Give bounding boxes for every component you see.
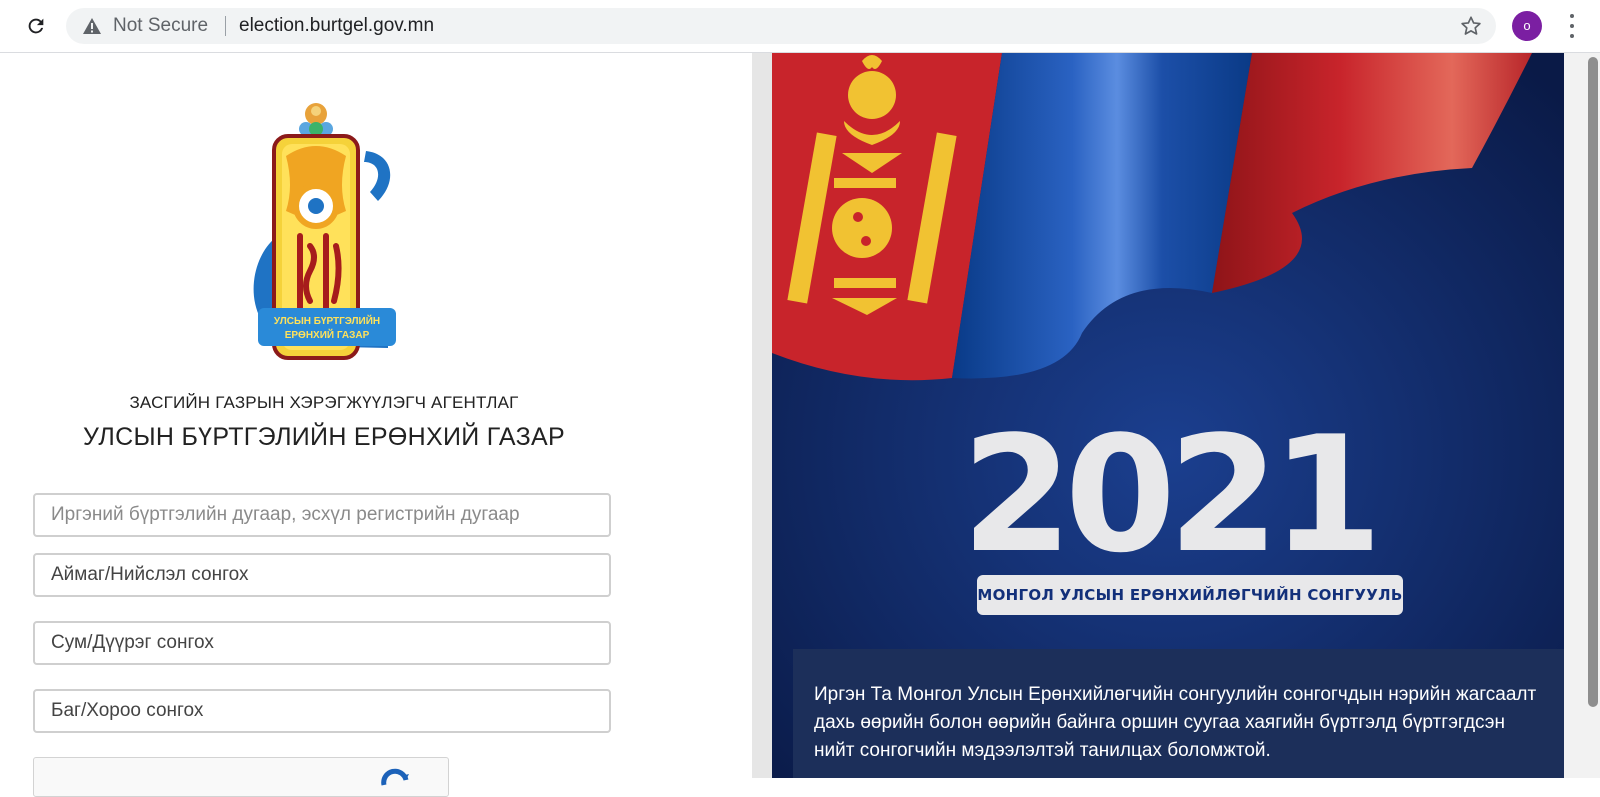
bag-select[interactable]: Баг/Хороо сонгох xyxy=(33,689,611,733)
election-title: МОНГОЛ УЛСЫН ЕРӨНХИЙЛӨГЧИЙН СОНГУУЛЬ xyxy=(977,575,1403,615)
address-bar[interactable]: Not Secure election.burtgel.gov.mn xyxy=(66,8,1496,44)
profile-avatar[interactable]: o xyxy=(1512,11,1542,41)
id-number-input[interactable] xyxy=(33,493,611,537)
aimag-select[interactable]: Аймаг/Нийслэл сонгох xyxy=(33,553,611,597)
url-text[interactable]: election.burtgel.gov.mn xyxy=(239,16,434,36)
browser-toolbar: Not Secure election.burtgel.gov.mn o xyxy=(0,0,1600,53)
warning-icon[interactable] xyxy=(82,17,102,35)
agency-title: УЛСЫН БҮРТГЭЛИЙН ЕРӨНХИЙ ГАЗАР xyxy=(83,423,565,451)
page-scrollbar[interactable] xyxy=(1564,53,1600,778)
recaptcha-icon xyxy=(381,768,409,786)
agency-subtitle: ЗАСГИЙН ГАЗРЫН ХЭРЭГЖҮҮЛЭГЧ АГЕНТЛАГ xyxy=(129,393,519,412)
agency-logo: УЛСЫН БҮРТГЭЛИЙН ЕРӨНХИЙ ГАЗАР xyxy=(253,103,396,360)
menu-kebab-icon[interactable] xyxy=(1565,14,1579,38)
info-text: Иргэн Та Монгол Улсын Ерөнхийлөгчийн сон… xyxy=(814,684,1537,761)
logo-ribbon-line2: ЕРӨНХИЙ ГАЗАР xyxy=(285,328,370,341)
logo-ribbon-line1: УЛСЫН БҮРТГЭЛИЙН xyxy=(274,314,380,327)
sum-select[interactable]: Сум/Дүүрэг сонгох xyxy=(33,621,611,665)
login-panel: УЛСЫН БҮРТГЭЛИЙН ЕРӨНХИЙ ГАЗАР ЗАСГИЙН Г… xyxy=(0,53,752,797)
election-year: 2021 xyxy=(961,401,1382,588)
recaptcha-widget[interactable] xyxy=(33,757,449,797)
scrollbar-thumb[interactable] xyxy=(1588,57,1598,707)
bookmark-star-icon[interactable] xyxy=(1460,15,1482,37)
election-banner: 2021 МОНГОЛ УЛСЫН ЕРӨНХИЙЛӨГЧИЙН СОНГУУЛ… xyxy=(772,53,1564,778)
separator xyxy=(225,16,226,36)
panel-divider xyxy=(752,53,772,778)
security-label[interactable]: Not Secure xyxy=(113,16,208,36)
info-box: Иргэн Та Монгол Улсын Ерөнхийлөгчийн сон… xyxy=(793,649,1564,778)
reload-icon[interactable] xyxy=(22,12,50,40)
